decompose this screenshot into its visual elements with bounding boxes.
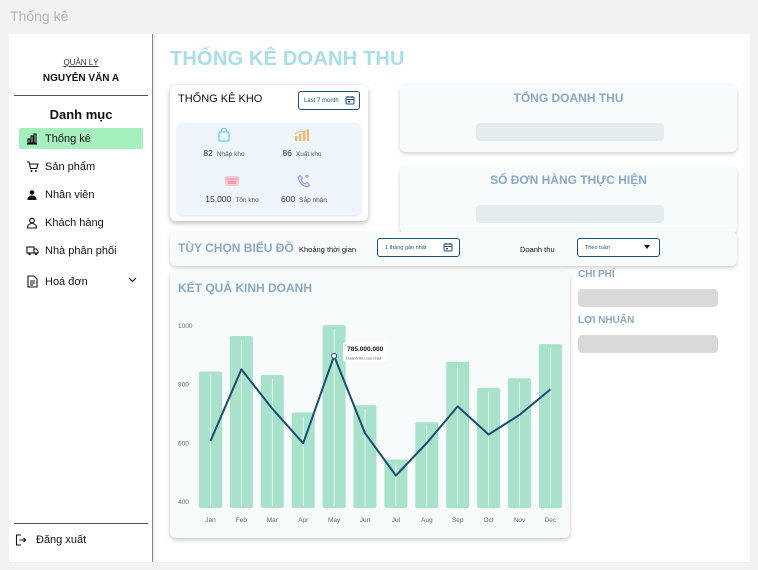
tooltip-value: 785.000.000 [347,346,384,353]
x-tick-label: Feb [236,517,248,524]
main-content: THỐNG KÊ DOANH THU THỐNG KÊ KHO Last 7 m… [155,34,750,562]
profit-placeholder [578,335,718,353]
user-name: NGUYỄN VĂN A [42,73,120,84]
window-title: Thống kê [10,8,69,24]
sidebar-item-label: Nhân viên [45,188,95,201]
x-tick-label: Aug [421,517,433,524]
sidebar-item-label: Thống kê [45,132,91,145]
y-tick-label: 800 [178,382,189,389]
calendar-icon [345,95,355,107]
inventory-range-label: Last 7 month [304,97,339,104]
inventory-title: THỐNG KÊ KHO [178,93,263,105]
chevron-down-icon[interactable] [128,275,137,287]
chart-options-title: TÙY CHỌN BIỂU ĐỒ [178,241,294,255]
y-tick-label: 600 [178,440,189,447]
total-revenue-title: TỔNG DOANH THU [513,91,624,105]
orders-title: SỐ ĐƠN HÀNG THỰC HIỆN [490,173,647,187]
logout-button[interactable]: Đăng xuất [15,534,86,546]
sidebar-item-thong-ke[interactable]: Thống kê [19,128,143,149]
x-tick-label: Mar [267,517,279,524]
x-tick-label: May [328,517,341,524]
stat-label: Xuất kho [295,151,322,158]
sidebar-item-label: Hoá đơn [45,275,88,288]
person-outline-icon [25,216,39,230]
sidebar-item-san-pham[interactable]: Sản phẩm [19,156,143,177]
sidebar-item-label: Khách hàng [45,216,104,229]
stat-label: Tồn kho [235,197,259,204]
page-title: THỐNG KÊ DOANH THU [170,48,405,70]
user-role: QUẢN LÝ [63,58,99,67]
caret-down-icon [644,245,650,251]
sidebar-item-label: Nhà phân phối [45,244,117,257]
stat-xuat-kho: 86 Xuất kho [257,128,347,158]
sidebar-item-khach-hang[interactable]: Khách hàng [19,212,143,233]
stat-nhap-kho: 82 Nhập kho [179,128,269,158]
stat-value: 15.000 [205,194,232,204]
calendar-icon [443,242,453,254]
sidebar-item-nhan-vien[interactable]: Nhân viên [19,184,143,205]
sidebar-item-nha-phan-phoi[interactable]: Nhà phân phối [19,240,143,261]
y-tick-label: 1000 [178,323,193,330]
tooltip-point [331,352,338,359]
sidebar-item-hoa-don[interactable]: Hoá đơn [19,271,143,292]
stat-sap-nhan: 600 Sắp nhận [259,174,349,204]
x-tick-label: Jan [205,517,216,524]
inventory-stats: 82 Nhập kho 86 Xuất kho 15.000 Tồn kho 600 S… [177,123,361,215]
chart-options-bar: TÙY CHỌN BIỂU ĐỒ Khoảng thời gian 1 thán… [170,232,737,266]
incoming-phone-icon [297,174,311,188]
metric-label: Doanh thu [520,245,555,254]
stat-value: 82 [203,148,213,158]
sidebar-divider [14,523,148,524]
stat-label: Nhập kho [216,151,245,158]
logout-icon [15,534,29,546]
bar-chart-icon [25,132,39,146]
cost-label: CHI PHÍ [578,269,615,280]
inventory-box-icon [225,176,239,186]
period-label: Khoảng thời gian [299,245,357,254]
person-filled-icon [25,188,39,202]
x-tick-label: Dec [545,517,557,524]
business-results-chart: 400 600 800 1000 Jan Feb Mar Apr May Jun Jul Aug Sep… [178,323,562,524]
truck-icon [25,244,39,258]
cost-placeholder [578,289,718,307]
x-tick-label: Apr [298,517,309,524]
orders-card: SỐ ĐƠN HÀNG THỰC HIỆN [400,166,737,234]
stat-value: 86 [282,148,292,158]
inventory-card: THỐNG KÊ KHO Last 7 month 82 Nhập kho 86 X… [170,85,368,221]
logout-label: Đăng xuất [36,534,87,546]
period-select[interactable]: 1 tháng gần nhất [377,238,460,257]
business-results-card: KẾT QUẢ KINH DOANH 400 600 800 1000 Jan Feb Ma… [170,272,570,538]
x-tick-label: Jul [392,517,401,524]
bag-icon [218,128,230,142]
x-tick-label: Sep [452,517,464,524]
growth-chart-icon [294,128,310,141]
period-value: 1 tháng gần nhất [385,244,427,251]
metric-select[interactable]: Theo tuần [577,238,660,257]
total-revenue-card: TỔNG DOANH THU [400,84,737,152]
sidebar: QUẢN LÝ NGUYỄN VĂN A Danh mục Thống kê S… [9,34,153,562]
sidebar-item-label: Sản phẩm [45,160,96,173]
menu-title: Danh mục [49,107,113,122]
document-icon [25,275,39,289]
inventory-range-button[interactable]: Last 7 month [298,91,360,110]
orders-placeholder [476,205,664,223]
tooltip-label: Doanh thu cao nhất [346,355,382,360]
stat-label: Sắp nhận [299,197,328,204]
total-revenue-placeholder [476,123,664,141]
profit-label: LỢI NHUẬN [578,315,635,326]
sidebar-divider [14,95,148,96]
x-tick-label: Nov [514,517,526,524]
x-tick-label: Jun [360,517,371,524]
x-tick-label: Oct [484,517,494,524]
stat-value: 600 [280,194,296,204]
metric-value: Theo tuần [585,244,610,251]
cart-icon [25,160,39,174]
y-tick-label: 400 [178,499,189,506]
